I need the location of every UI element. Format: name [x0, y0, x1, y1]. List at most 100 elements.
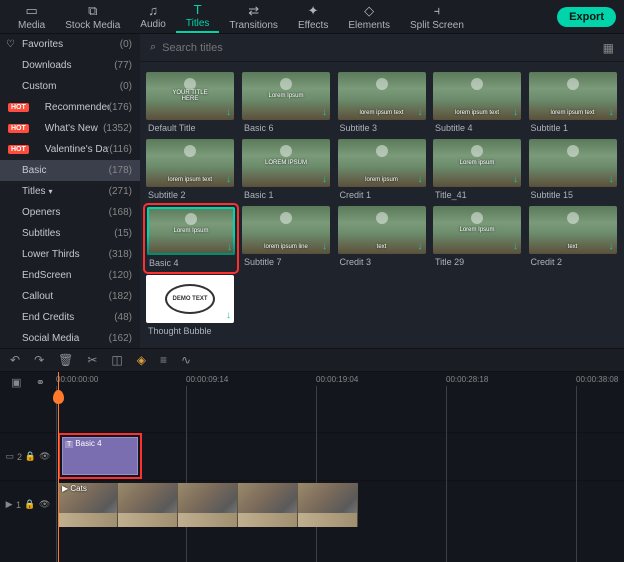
title-tile[interactable]: text↓Credit 2 — [529, 206, 619, 271]
title-tile[interactable]: DEMO TEXT↓Thought Bubble — [146, 275, 236, 338]
title-tile[interactable]: Lorem Ipsum↓Basic 4 — [146, 206, 236, 271]
nav-stock-media[interactable]: ⧉Stock Media — [55, 1, 130, 33]
audio-icon[interactable]: ∿ — [181, 353, 191, 367]
tile-label: Basic 1 — [242, 190, 332, 200]
sidebar-item-count: (162) — [109, 333, 132, 344]
split-icon[interactable]: ✂ — [87, 353, 97, 367]
sidebar-item-valentine-s-day[interactable]: HOTValentine's Day(116) — [0, 139, 140, 160]
title-tile[interactable]: lorem ipsum text↓Subtitle 1 — [529, 72, 619, 135]
sidebar-item-label: End Credits — [8, 312, 114, 323]
title-tile[interactable]: lorem ipsum line↓Subtitle 7 — [242, 206, 332, 271]
title-tile[interactable]: lorem ipsum text↓Subtitle 4 — [433, 72, 523, 135]
title-tile[interactable]: Lorem Ipsum↓Basic 6 — [242, 72, 332, 135]
sidebar-item-count: (77) — [114, 60, 132, 71]
nav-label: Effects — [298, 20, 328, 31]
title-tile[interactable]: YOUR TITLE HERE↓Default Title — [146, 72, 236, 135]
nav-transitions[interactable]: ⇄Transitions — [219, 1, 288, 33]
effects-icon: ✦ — [308, 3, 319, 19]
download-icon[interactable]: ↓ — [513, 107, 518, 118]
download-icon[interactable]: ↓ — [227, 242, 232, 253]
link-icon[interactable]: ⚭ — [36, 376, 45, 389]
tile-overlay-text: lorem ipsum text — [533, 110, 612, 116]
title-tile[interactable]: ↓Subtitle 15 — [529, 139, 619, 202]
search-input[interactable] — [162, 42, 602, 54]
track-2-body[interactable]: Basic 4 — [56, 433, 624, 480]
sidebar-item-endscreen[interactable]: EndScreen(120) — [0, 265, 140, 286]
sidebar-item-openers[interactable]: Openers(168) — [0, 202, 140, 223]
tile-overlay-text: text — [533, 244, 612, 250]
lock-icon[interactable]: 🔒 — [24, 499, 35, 510]
redo-icon[interactable]: ↷ — [34, 353, 44, 367]
sidebar-item-count: (168) — [109, 207, 132, 218]
download-icon[interactable]: ↓ — [418, 107, 423, 118]
download-icon[interactable]: ↓ — [609, 174, 614, 185]
visibility-icon[interactable]: 👁 — [39, 451, 50, 462]
fit-icon[interactable]: ▣ — [11, 376, 21, 389]
nav-media[interactable]: ▭Media — [8, 1, 55, 33]
title-clip[interactable]: Basic 4 — [58, 433, 142, 479]
sidebar-item-end-credits[interactable]: End Credits(48) — [0, 307, 140, 328]
crop-icon[interactable]: ◫ — [111, 353, 122, 367]
hot-badge: HOT — [8, 124, 29, 133]
sidebar-item-social-media[interactable]: Social Media(162) — [0, 328, 140, 348]
title-tile[interactable]: LOREM IPSUM↓ Basic 1 — [242, 139, 332, 202]
adjust-icon[interactable]: ≡ — [160, 353, 167, 367]
nav-effects[interactable]: ✦Effects — [288, 1, 338, 33]
timecode: 00:00:19:04 — [316, 375, 358, 384]
nav-elements[interactable]: ◇Elements — [338, 1, 400, 33]
download-icon[interactable]: ↓ — [418, 174, 423, 185]
sidebar-item-label: Subtitles — [8, 228, 114, 239]
marker-icon[interactable]: ◈ — [137, 353, 146, 367]
sidebar-item-callout[interactable]: Callout(182) — [0, 286, 140, 307]
visibility-icon[interactable]: 👁 — [39, 499, 50, 510]
tile-overlay-text: Lorem Ipsum — [268, 93, 303, 99]
sidebar-item-downloads[interactable]: Downloads(77) — [0, 55, 140, 76]
title-tile[interactable]: Lorem Ipsum↓Title 29 — [433, 206, 523, 271]
download-icon[interactable]: ↓ — [226, 174, 231, 185]
content-pane: ⌕ ▦ YOUR TITLE HERE↓Default TitleLorem I… — [140, 34, 624, 348]
title-tile[interactable]: lorem ipsum↓Credit 1 — [338, 139, 428, 202]
nav-split-screen[interactable]: ⫞Split Screen — [400, 1, 474, 33]
tile-thumbnail: LOREM IPSUM↓ — [242, 139, 330, 187]
time-ruler[interactable]: 00:00:00:0000:00:09:1400:00:19:0400:00:2… — [56, 372, 624, 392]
download-icon[interactable]: ↓ — [609, 241, 614, 252]
playhead[interactable] — [58, 372, 59, 562]
lock-icon[interactable]: 🔒 — [25, 451, 36, 462]
sidebar-item-favorites[interactable]: ♡Favorites(0) — [0, 34, 140, 55]
title-tile[interactable]: lorem ipsum text↓Subtitle 2 — [146, 139, 236, 202]
tile-label: Credit 1 — [338, 190, 428, 200]
nav-label: Stock Media — [65, 20, 120, 31]
nav-titles[interactable]: TTitles — [176, 0, 220, 33]
timecode: 00:00:28:18 — [446, 375, 488, 384]
sidebar-item-basic[interactable]: Basic(178) — [0, 160, 140, 181]
download-icon[interactable]: ↓ — [513, 174, 518, 185]
sidebar-item-recommended[interactable]: HOTRecommended(176) — [0, 97, 140, 118]
sidebar-item-count: (116) — [109, 144, 132, 155]
track-1-body[interactable]: ▶ Cats — [56, 481, 624, 528]
title-tile[interactable]: lorem ipsum text↓Subtitle 3 — [338, 72, 428, 135]
sidebar-item-subtitles[interactable]: Subtitles(15) — [0, 223, 140, 244]
sidebar-item-what-s-new[interactable]: HOTWhat's New(1352) — [0, 118, 140, 139]
export-button[interactable]: Export — [557, 7, 616, 27]
undo-icon[interactable]: ↶ — [10, 353, 20, 367]
download-icon[interactable]: ↓ — [322, 241, 327, 252]
download-icon[interactable]: ↓ — [226, 310, 231, 321]
download-icon[interactable]: ↓ — [322, 174, 327, 185]
sidebar-item-lower-thirds[interactable]: Lower Thirds(318) — [0, 244, 140, 265]
sidebar-item-custom[interactable]: Custom(0) — [0, 76, 140, 97]
nav-audio[interactable]: ♫Audio — [130, 1, 176, 32]
download-icon[interactable]: ↓ — [513, 241, 518, 252]
sidebar-item-titles[interactable]: Titles▾(271) — [0, 181, 140, 202]
video-clip[interactable]: ▶ Cats — [58, 483, 358, 527]
title-tile[interactable]: Lorem ipsum↓Title_41 — [433, 139, 523, 202]
download-icon[interactable]: ↓ — [322, 107, 327, 118]
delete-icon[interactable]: 🗑 — [58, 353, 73, 367]
download-icon[interactable]: ↓ — [418, 241, 423, 252]
download-icon[interactable]: ↓ — [609, 107, 614, 118]
tile-label: Thought Bubble — [146, 326, 236, 336]
track-video-icon[interactable]: ▶ — [6, 499, 13, 510]
grid-view-icon[interactable]: ▦ — [603, 41, 614, 55]
track-title-icon[interactable]: ▭ — [5, 451, 14, 462]
download-icon[interactable]: ↓ — [226, 107, 231, 118]
title-tile[interactable]: text↓Credit 3 — [338, 206, 428, 271]
